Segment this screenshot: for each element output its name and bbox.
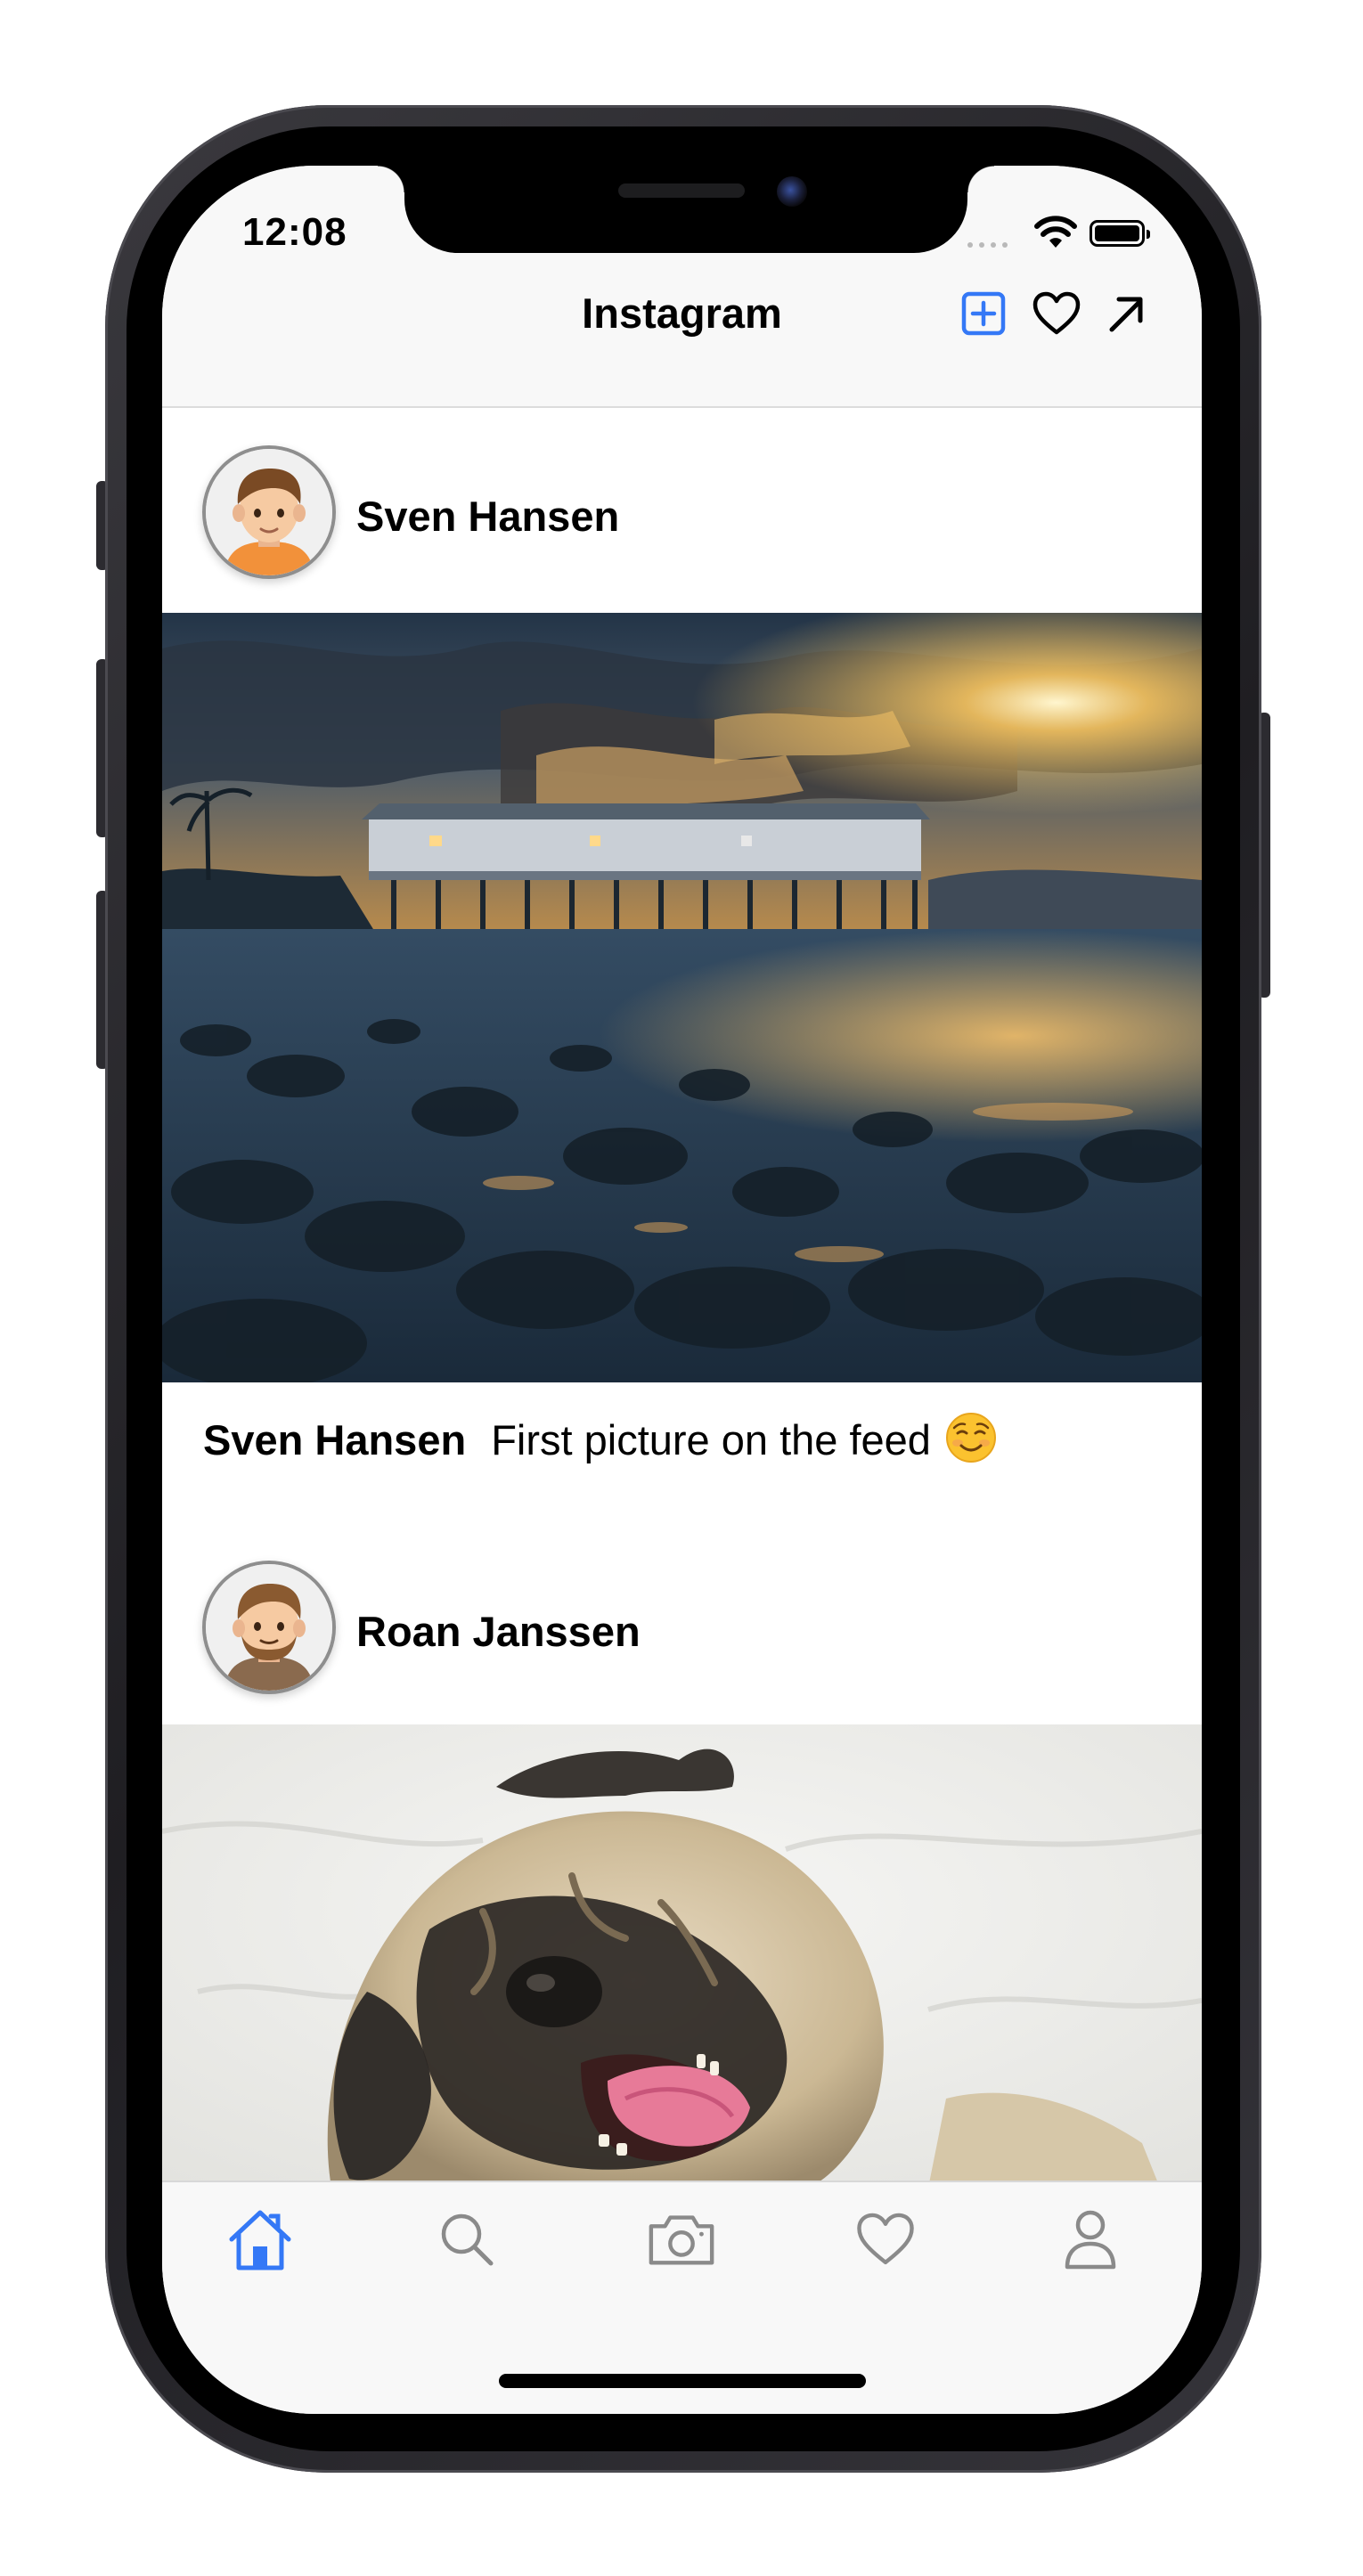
arrow-up-right-icon[interactable] <box>1103 290 1149 337</box>
post-header: Sven Hansen <box>162 408 1202 613</box>
avatar[interactable] <box>202 445 336 579</box>
home-icon <box>229 2210 291 2270</box>
person-icon <box>1065 2210 1116 2270</box>
tab-home[interactable] <box>224 2204 296 2275</box>
post-header: Roan Janssen <box>162 1520 1202 1724</box>
post-caption: Sven Hansen First picture on the feed <box>203 1412 997 1464</box>
camera-icon <box>649 2215 714 2265</box>
status-time: 12:08 <box>242 210 347 254</box>
tab-camera[interactable] <box>646 2204 717 2275</box>
wifi-icon <box>1034 216 1077 248</box>
front-camera <box>777 176 807 207</box>
tab-activity[interactable] <box>850 2204 921 2275</box>
tab-profile[interactable] <box>1055 2204 1126 2275</box>
avatar-illustration <box>206 1564 332 1691</box>
cellular-signal-icon <box>967 242 1008 248</box>
plus-square-icon[interactable] <box>960 290 1007 337</box>
notch <box>378 166 994 253</box>
caption-text: First picture on the feed <box>491 1416 931 1463</box>
phone-screen: 12:08 Instagram Sven Hansen Sven Hansen … <box>162 166 1202 2414</box>
post-username[interactable]: Roan Janssen <box>356 1607 641 1656</box>
home-indicator[interactable] <box>499 2374 866 2388</box>
search-icon <box>441 2213 494 2266</box>
avatar-illustration <box>206 449 332 575</box>
tab-search[interactable] <box>431 2204 502 2275</box>
avatar[interactable] <box>202 1561 336 1694</box>
post-image-pug[interactable] <box>162 1724 1202 2181</box>
smiling-face-icon <box>945 1413 996 1463</box>
heart-icon <box>857 2213 914 2265</box>
post-image-sunset-pier[interactable] <box>162 613 1202 1382</box>
caption-username[interactable]: Sven Hansen <box>203 1416 466 1463</box>
heart-icon[interactable] <box>1032 290 1081 337</box>
post-username[interactable]: Sven Hansen <box>356 492 619 541</box>
navigation-bar: Instagram <box>162 255 1202 408</box>
feed[interactable]: Sven Hansen Sven Hansen First picture on… <box>162 408 1202 2181</box>
battery-icon <box>1090 220 1150 247</box>
speaker-grille <box>618 183 745 198</box>
